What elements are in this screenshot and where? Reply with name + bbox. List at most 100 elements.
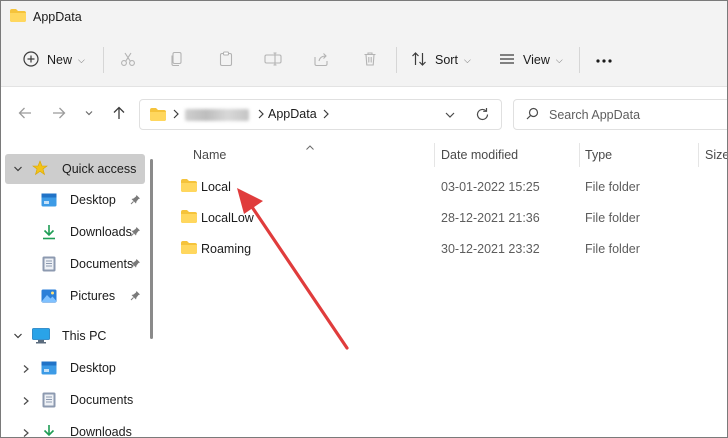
desktop-icon — [41, 361, 57, 378]
forward-button[interactable] — [49, 104, 69, 124]
desktop-icon — [41, 193, 57, 210]
refresh-icon[interactable] — [475, 107, 490, 125]
new-button[interactable]: New ⌵ — [23, 33, 85, 87]
sidebar-item-label: Downloads — [70, 425, 132, 438]
file-row[interactable]: Roaming 30-12-2021 23:32 File folder — [173, 233, 727, 264]
breadcrumb-separator-icon — [172, 108, 180, 123]
copy-button[interactable] — [169, 33, 185, 87]
copy-icon — [169, 51, 185, 70]
sidebar-item-label: This PC — [62, 329, 107, 343]
chevron-right-icon[interactable] — [22, 427, 30, 437]
search-icon — [526, 107, 539, 123]
breadcrumb-item[interactable]: AppData — [268, 107, 317, 121]
file-type: File folder — [585, 179, 640, 194]
search-input[interactable]: Search AppData — [513, 99, 727, 130]
sort-button-label: Sort — [435, 53, 458, 67]
column-label: Name — [193, 148, 227, 162]
share-icon — [313, 51, 329, 70]
delete-button[interactable] — [362, 33, 378, 87]
rename-button[interactable] — [264, 33, 282, 87]
command-bar: New ⌵ Sort ⌵ View ⌵ — [1, 33, 727, 87]
more-options-button[interactable] — [595, 33, 613, 87]
chevron-down-icon: ⌵ — [78, 54, 85, 65]
toolbar-divider — [103, 47, 104, 73]
sort-ascending-icon — [305, 140, 315, 154]
sidebar-item-label: Desktop — [70, 193, 116, 207]
pin-icon[interactable] — [130, 226, 141, 240]
file-row[interactable]: LocalLow 28-12-2021 21:36 File folder — [173, 202, 727, 233]
file-type: File folder — [585, 210, 640, 225]
column-divider[interactable] — [579, 143, 580, 167]
folder-icon — [150, 108, 166, 124]
folder-icon — [181, 240, 197, 257]
column-header-date[interactable]: Date modified — [441, 141, 518, 169]
sidebar-item-pc-desktop[interactable]: Desktop — [5, 353, 145, 383]
file-name: Roaming — [201, 241, 252, 256]
column-header-size[interactable]: Size — [705, 141, 728, 169]
cut-button[interactable] — [120, 33, 136, 87]
column-label: Date modified — [441, 148, 519, 162]
pin-icon[interactable] — [130, 194, 141, 208]
file-row[interactable]: Local 03-01-2022 15:25 File folder — [173, 171, 727, 202]
breadcrumb-separator-icon — [322, 108, 330, 123]
address-history-chevron-icon[interactable] — [444, 109, 456, 123]
file-date: 03-01-2022 15:25 — [441, 179, 540, 194]
sidebar-item-quick-access[interactable]: Quick access — [5, 154, 145, 184]
sidebar-item-this-pc[interactable]: This PC — [5, 321, 145, 351]
address-bar[interactable]: AppData — [139, 99, 502, 130]
column-header-type[interactable]: Type — [585, 141, 612, 169]
column-label: Size — [705, 148, 728, 162]
view-button[interactable]: View ⌵ — [499, 33, 563, 87]
sidebar-item-pc-downloads[interactable]: Downloads — [5, 417, 145, 438]
blurred-username — [185, 109, 249, 121]
chevron-down-icon — [84, 107, 94, 121]
sidebar-item-downloads[interactable]: Downloads — [5, 217, 145, 247]
window-title: AppData — [33, 10, 82, 24]
sidebar-scrollbar[interactable] — [150, 159, 153, 339]
folder-icon — [181, 178, 197, 195]
sidebar-item-label: Quick access — [62, 162, 137, 176]
sidebar-item-pc-documents[interactable]: Documents — [5, 385, 145, 415]
sidebar-item-pictures[interactable]: Pictures — [5, 281, 145, 311]
file-type: File folder — [585, 241, 640, 256]
chevron-right-icon[interactable] — [22, 395, 30, 409]
recent-locations-button[interactable] — [79, 104, 99, 124]
sort-button[interactable]: Sort ⌵ — [411, 33, 471, 87]
sidebar-item-label: Documents — [70, 257, 134, 271]
column-divider[interactable] — [698, 143, 699, 167]
chevron-down-icon: ⌵ — [463, 54, 471, 65]
toolbar-divider — [396, 47, 397, 73]
breadcrumb-separator-icon — [257, 108, 265, 123]
clipboard-icon — [218, 50, 234, 70]
pin-icon[interactable] — [130, 290, 141, 304]
chevron-down-icon[interactable] — [13, 330, 23, 344]
folder-icon — [181, 209, 197, 226]
sidebar-item-desktop[interactable]: Desktop — [5, 185, 145, 215]
pictures-icon — [41, 289, 57, 306]
file-name: Local — [201, 179, 231, 194]
back-button[interactable] — [15, 104, 35, 124]
chevron-down-icon: ⌵ — [555, 54, 563, 65]
sidebar-item-label: Desktop — [70, 361, 116, 375]
file-explorer-window: AppData New ⌵ Sort ⌵ View ⌵ AppData Sear… — [0, 0, 728, 438]
documents-icon — [42, 256, 56, 275]
sidebar-item-label: Downloads — [70, 225, 132, 239]
sidebar-item-documents[interactable]: Documents — [5, 249, 145, 279]
documents-icon — [42, 392, 56, 411]
column-divider[interactable] — [434, 143, 435, 167]
plus-circle-icon — [23, 50, 39, 70]
more-icon — [595, 53, 613, 67]
file-date: 28-12-2021 21:36 — [441, 210, 540, 225]
column-label: Type — [585, 148, 613, 162]
chevron-right-icon[interactable] — [22, 363, 30, 377]
chevron-down-icon[interactable] — [13, 163, 23, 177]
monitor-icon — [32, 328, 50, 347]
pin-icon[interactable] — [130, 258, 141, 272]
trash-icon — [362, 51, 378, 70]
paste-button[interactable] — [218, 33, 234, 87]
file-date: 30-12-2021 23:32 — [441, 241, 540, 256]
arrow-up-icon — [112, 106, 126, 123]
up-button[interactable] — [109, 104, 129, 124]
column-header-name[interactable]: Name — [193, 141, 226, 169]
share-button[interactable] — [313, 33, 329, 87]
